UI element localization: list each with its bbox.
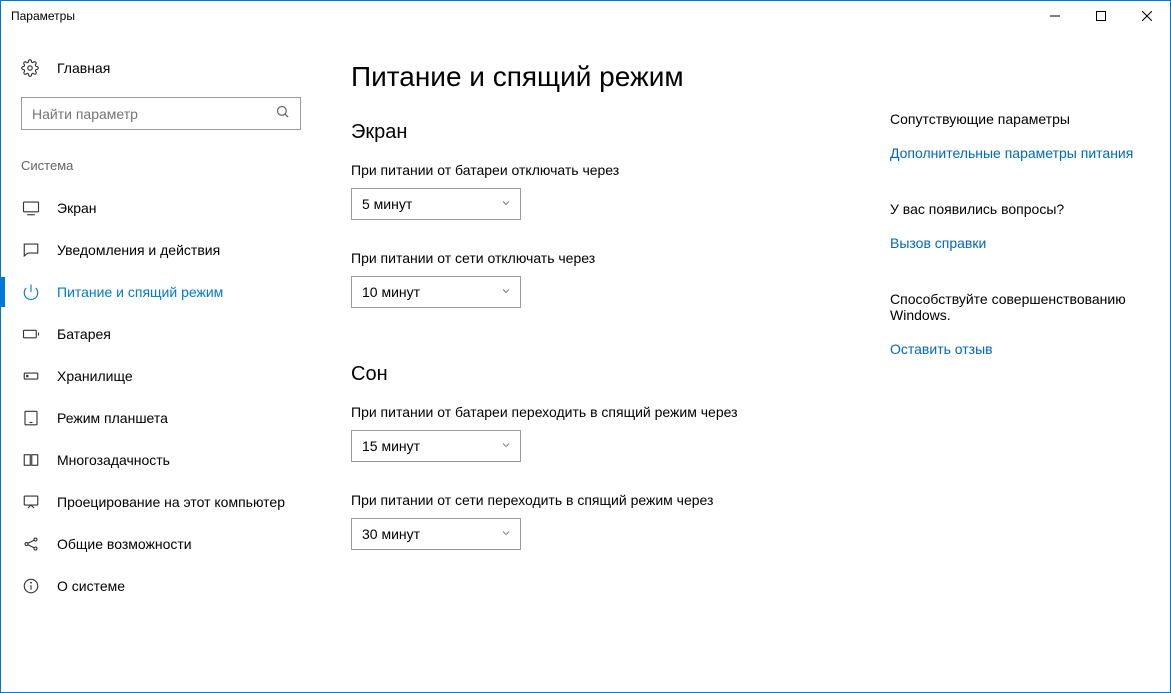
content: Главная Система Экран Уведомления и дейс… <box>1 31 1170 692</box>
screen-battery-select[interactable]: 5 минут <box>351 188 521 220</box>
search-box[interactable] <box>21 97 301 130</box>
titlebar: Параметры <box>1 1 1170 31</box>
feedback-link[interactable]: Оставить отзыв <box>890 341 1150 357</box>
additional-power-link[interactable]: Дополнительные параметры питания <box>890 145 1150 161</box>
display-icon <box>21 199 41 217</box>
battery-icon <box>21 325 41 343</box>
minimize-button[interactable] <box>1032 1 1078 31</box>
sidebar-item-about[interactable]: О системе <box>1 565 321 607</box>
search-icon <box>275 104 290 124</box>
gear-icon <box>21 59 41 77</box>
section-screen-title: Экран <box>351 121 870 144</box>
maximize-button[interactable] <box>1078 1 1124 31</box>
notifications-icon <box>21 241 41 259</box>
sleep-plugged-select[interactable]: 30 минут <box>351 518 521 550</box>
multitasking-icon <box>21 451 41 469</box>
sidebar-item-label: Батарея <box>57 326 111 342</box>
chevron-down-icon <box>500 438 512 454</box>
projecting-icon <box>21 493 41 511</box>
sidebar-item-label: Хранилище <box>57 368 133 384</box>
sidebar-item-notifications[interactable]: Уведомления и действия <box>1 229 321 271</box>
storage-icon <box>21 367 41 385</box>
sleep-plugged-value: 30 минут <box>362 526 420 542</box>
sidebar-item-multitasking[interactable]: Многозадачность <box>1 439 321 481</box>
sidebar-item-label: Уведомления и действия <box>57 242 220 258</box>
questions-heading: У вас появились вопросы? <box>890 201 1150 217</box>
shared-icon <box>21 535 41 553</box>
main-content: Питание и спящий режим Экран При питании… <box>321 31 890 692</box>
sleep-battery-value: 15 минут <box>362 438 420 454</box>
sidebar-item-label: О системе <box>57 578 125 594</box>
power-icon <box>21 283 41 301</box>
page-title: Питание и спящий режим <box>351 61 870 93</box>
improve-heading: Способствуйте совершенствованию Windows. <box>890 291 1150 323</box>
sidebar-item-label: Питание и спящий режим <box>57 284 223 300</box>
screen-battery-label: При питании от батареи отключать через <box>351 162 870 178</box>
close-button[interactable] <box>1124 1 1170 31</box>
sidebar-item-label: Режим планшета <box>57 410 168 426</box>
minimize-icon <box>1050 11 1060 21</box>
section-sleep-title: Сон <box>351 363 870 386</box>
window-title: Параметры <box>11 9 75 23</box>
sleep-battery-label: При питании от батареи переходить в спящ… <box>351 404 870 420</box>
sidebar-item-shared[interactable]: Общие возможности <box>1 523 321 565</box>
screen-plugged-label: При питании от сети отключать через <box>351 250 870 266</box>
sidebar-item-projecting[interactable]: Проецирование на этот компьютер <box>1 481 321 523</box>
screen-plugged-value: 10 минут <box>362 284 420 300</box>
titlebar-controls <box>1032 1 1170 31</box>
chevron-down-icon <box>500 526 512 542</box>
sidebar-item-storage[interactable]: Хранилище <box>1 355 321 397</box>
screen-battery-value: 5 минут <box>362 196 412 212</box>
tablet-icon <box>21 409 41 427</box>
screen-plugged-select[interactable]: 10 минут <box>351 276 521 308</box>
sidebar-item-battery[interactable]: Батарея <box>1 313 321 355</box>
chevron-down-icon <box>500 284 512 300</box>
sidebar-home[interactable]: Главная <box>1 49 321 87</box>
search-input[interactable] <box>32 106 275 122</box>
close-icon <box>1142 11 1152 21</box>
right-panel: Сопутствующие параметры Дополнительные п… <box>890 31 1170 692</box>
sleep-battery-select[interactable]: 15 минут <box>351 430 521 462</box>
sidebar-item-power-sleep[interactable]: Питание и спящий режим <box>1 271 321 313</box>
sidebar-item-label: Многозадачность <box>57 452 170 468</box>
info-icon <box>21 577 41 595</box>
sidebar-item-display[interactable]: Экран <box>1 187 321 229</box>
sidebar-item-label: Экран <box>57 200 97 216</box>
help-link[interactable]: Вызов справки <box>890 235 1150 251</box>
related-heading: Сопутствующие параметры <box>890 111 1150 127</box>
sidebar: Главная Система Экран Уведомления и дейс… <box>1 31 321 692</box>
sidebar-item-label: Проецирование на этот компьютер <box>57 494 285 510</box>
sidebar-group-title: Система <box>1 150 321 187</box>
chevron-down-icon <box>500 196 512 212</box>
maximize-icon <box>1096 11 1106 21</box>
sidebar-home-label: Главная <box>57 60 110 76</box>
sleep-plugged-label: При питании от сети переходить в спящий … <box>351 492 870 508</box>
sidebar-item-tablet-mode[interactable]: Режим планшета <box>1 397 321 439</box>
sidebar-item-label: Общие возможности <box>57 536 192 552</box>
